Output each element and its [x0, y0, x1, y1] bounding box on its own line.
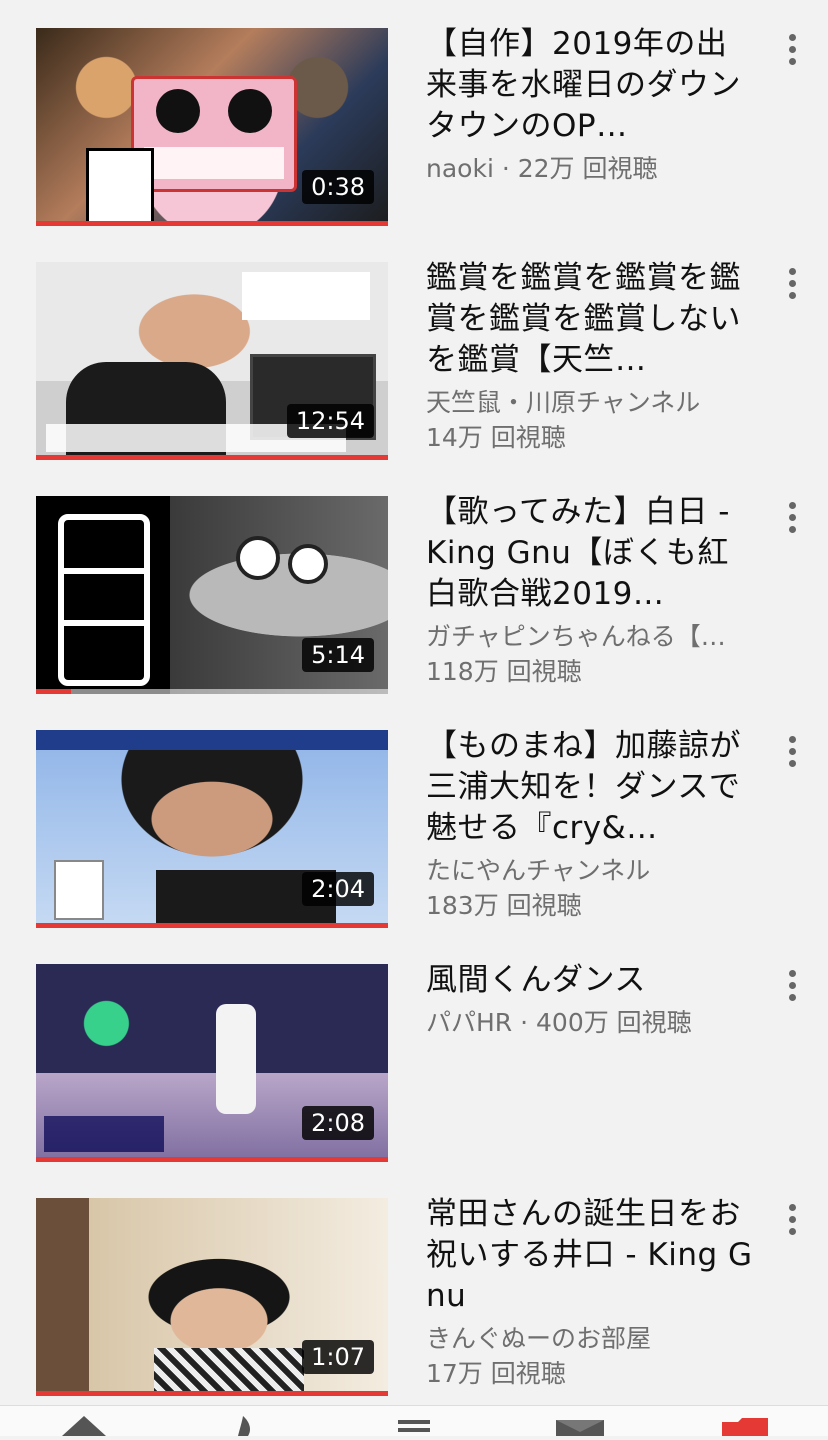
- video-item[interactable]: 5:14 【歌ってみた】白日 - King Gnu【ぼくも紅白歌合戦2019… …: [0, 468, 828, 702]
- video-info[interactable]: 鑑賞を鑑賞を鑑賞を鑑賞を鑑賞を鑑賞しないを鑑賞【天竺… 天竺鼠・川原チャンネル …: [426, 258, 756, 455]
- video-thumbnail[interactable]: 2:04: [36, 730, 388, 928]
- channel-and-views: パパHR · 400万 回視聴: [426, 1008, 692, 1037]
- watch-progress-bar: [36, 1391, 388, 1396]
- video-title[interactable]: 【ものまね】加藤諒が三浦大知を！ダンスで魅せる『cry&…: [426, 726, 756, 849]
- video-title[interactable]: 風間くんダンス: [426, 960, 756, 1001]
- video-thumbnail[interactable]: 0:38: [36, 28, 388, 226]
- video-item[interactable]: 2:04 【ものまね】加藤諒が三浦大知を！ダンスで魅せる『cry&… たにやんチ…: [0, 702, 828, 936]
- video-title[interactable]: 鑑賞を鑑賞を鑑賞を鑑賞を鑑賞を鑑賞しないを鑑賞【天竺…: [426, 258, 756, 381]
- watch-progress-bar: [36, 455, 388, 460]
- video-info[interactable]: 風間くんダンス パパHR · 400万 回視聴: [426, 960, 756, 1040]
- reiwa-sign: [86, 148, 154, 226]
- video-duration: 0:38: [302, 170, 374, 204]
- video-info[interactable]: 常田さんの誕生日をお祝いする井口 - King Gnu きんぐぬーのお部屋 17…: [426, 1194, 756, 1391]
- checkered-shirt: [154, 1348, 304, 1396]
- channel-name: たにやんチャンネル: [426, 856, 651, 885]
- more-options-icon[interactable]: [782, 502, 802, 538]
- video-duration: 5:14: [302, 638, 374, 672]
- video-title[interactable]: 常田さんの誕生日をお祝いする井口 - King Gnu: [426, 1194, 756, 1317]
- watch-progress-bar: [36, 923, 388, 928]
- more-options-icon[interactable]: [782, 34, 802, 70]
- bottom-navigation: [0, 1405, 828, 1436]
- watch-progress-bar: [36, 221, 388, 226]
- video-thumbnail[interactable]: 5:14: [36, 496, 388, 694]
- channel-and-views: naoki · 22万 回視聴: [426, 154, 658, 183]
- more-options-icon[interactable]: [782, 268, 802, 304]
- caption-box: [44, 1116, 164, 1152]
- video-thumbnail[interactable]: 2:08: [36, 964, 388, 1162]
- video-meta: ガチャピンちゃんねる【… 118万 回視聴: [426, 619, 756, 689]
- video-item[interactable]: 12:54 鑑賞を鑑賞を鑑賞を鑑賞を鑑賞を鑑賞しないを鑑賞【天竺… 天竺鼠・川原…: [0, 234, 828, 468]
- mascot-eye: [236, 536, 280, 580]
- video-meta: きんぐぬーのお部屋 17万 回視聴: [426, 1321, 756, 1391]
- channel-name: ガチャピンちゃんねる【…: [426, 622, 726, 651]
- library-icon[interactable]: [722, 1416, 768, 1436]
- explore-icon[interactable]: [228, 1416, 258, 1436]
- view-count: 118万 回視聴: [426, 657, 582, 686]
- subscriptions-icon[interactable]: [396, 1416, 432, 1436]
- channel-name: きんぐぬーのお部屋: [426, 1324, 652, 1353]
- video-meta: パパHR · 400万 回視聴: [426, 1005, 756, 1040]
- video-item[interactable]: 0:38 【自作】2019年の出来事を水曜日のダウンタウンのOP… naoki …: [0, 0, 828, 234]
- top-banner: [36, 730, 388, 750]
- hakujitsu-text: [58, 514, 150, 686]
- video-duration: 2:04: [302, 872, 374, 906]
- more-options-icon[interactable]: [782, 1204, 802, 1240]
- channel-logo: [242, 272, 370, 320]
- video-item[interactable]: 1:07 常田さんの誕生日をお祝いする井口 - King Gnu きんぐぬーのお…: [0, 1170, 828, 1404]
- more-options-icon[interactable]: [782, 970, 802, 1006]
- watch-progress-bar: [36, 689, 388, 694]
- video-info[interactable]: 【ものまね】加藤諒が三浦大知を！ダンスで魅せる『cry&… たにやんチャンネル …: [426, 726, 756, 923]
- view-count: 183万 回視聴: [426, 891, 582, 920]
- video-duration: 1:07: [302, 1340, 374, 1374]
- video-meta: naoki · 22万 回視聴: [426, 151, 756, 186]
- channel-name: 天竺鼠・川原チャンネル: [426, 388, 701, 417]
- video-item[interactable]: 2:08 風間くんダンス パパHR · 400万 回視聴: [0, 936, 828, 1170]
- dancer: [216, 1004, 256, 1114]
- video-meta: 天竺鼠・川原チャンネル 14万 回視聴: [426, 385, 756, 455]
- video-title[interactable]: 【自作】2019年の出来事を水曜日のダウンタウンのOP…: [426, 24, 756, 147]
- video-duration: 2:08: [302, 1106, 374, 1140]
- video-meta: たにやんチャンネル 183万 回視聴: [426, 853, 756, 923]
- inset-photo: [54, 860, 104, 920]
- inbox-icon[interactable]: [556, 1416, 604, 1436]
- home-icon[interactable]: [62, 1416, 106, 1436]
- view-count: 14万 回視聴: [426, 423, 566, 452]
- video-info[interactable]: 【歌ってみた】白日 - King Gnu【ぼくも紅白歌合戦2019… ガチャピン…: [426, 492, 756, 689]
- mascot-eye: [288, 544, 328, 584]
- video-info[interactable]: 【自作】2019年の出来事を水曜日のダウンタウンのOP… naoki · 22万…: [426, 24, 756, 186]
- video-title[interactable]: 【歌ってみた】白日 - King Gnu【ぼくも紅白歌合戦2019…: [426, 492, 756, 615]
- view-count: 17万 回視聴: [426, 1359, 566, 1388]
- video-duration: 12:54: [286, 404, 374, 438]
- reiwa-plaque: [131, 76, 297, 192]
- more-options-icon[interactable]: [782, 736, 802, 772]
- video-thumbnail[interactable]: 1:07: [36, 1198, 388, 1396]
- watch-progress-bar: [36, 1157, 388, 1162]
- video-thumbnail[interactable]: 12:54: [36, 262, 388, 460]
